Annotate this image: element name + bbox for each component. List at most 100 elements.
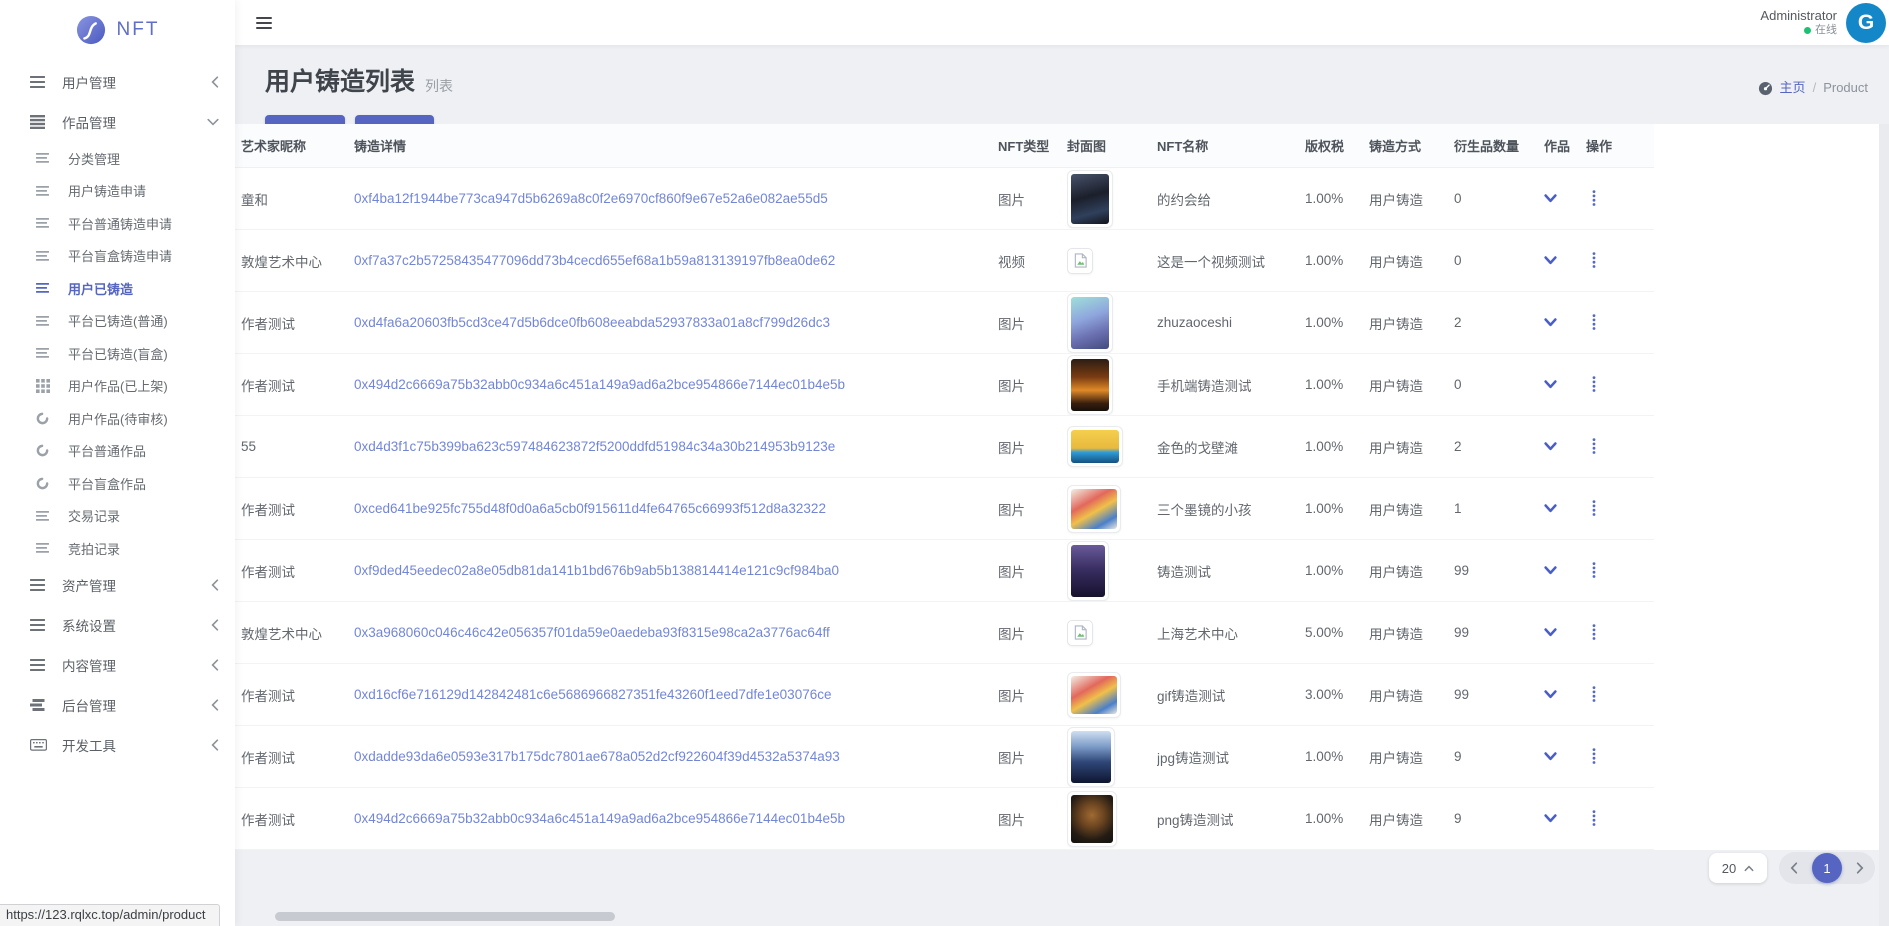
row-actions-button[interactable] [1586,312,1602,332]
column-header-works: 作品 [1544,124,1586,168]
row-actions-button[interactable] [1586,498,1602,518]
cell-mint-method: 用户铸造 [1369,813,1423,828]
menu-sm-icon [36,218,53,228]
sidebar-item-user-works-listed[interactable]: 用户作品(已上架) [0,370,235,403]
cover-image[interactable] [1067,426,1123,467]
mint-detail-link[interactable]: 0xced641be925fc755d48f0d0a6a5cb0f915611d… [354,501,826,516]
row-actions-button[interactable] [1586,560,1602,580]
vertical-scrollbar-track[interactable] [1879,124,1889,926]
menu-sm-icon [36,316,53,326]
cover-image[interactable] [1067,541,1109,601]
sidebar-item-asset-management[interactable]: 资产管理 [0,565,235,605]
expand-works-button[interactable] [1544,194,1557,203]
mint-detail-link[interactable]: 0xd4fa6a20603fb5cd3ce47d5b6dce0fb608eeab… [354,315,830,330]
expand-works-button[interactable] [1544,566,1557,575]
mint-detail-link[interactable]: 0xf7a37c2b57258435477096dd73b4cecd655ef6… [354,253,835,268]
current-page-button[interactable]: 1 [1812,853,1842,883]
cell-artist: 作者测试 [241,317,295,332]
sidebar-item-user-mint-apply[interactable]: 用户铸造申请 [0,175,235,208]
mint-detail-link[interactable]: 0xd4d3f1c75b399ba623c597484623872f5200dd… [354,439,835,454]
brand-text: NFT [117,19,160,41]
breadcrumb-home-link[interactable]: 主页 [1780,77,1806,99]
row-actions-button[interactable] [1586,188,1602,208]
sidebar-item-content-management[interactable]: 内容管理 [0,645,235,685]
cover-image[interactable] [1067,727,1115,787]
sidebar-item-auction-records[interactable]: 竞拍记录 [0,532,235,565]
sidebar-item-platform-blindbox-works[interactable]: 平台盲盒作品 [0,467,235,500]
grid-icon [36,379,53,393]
table-row: 133 无 动漫二次元 敦煌艺术中心 0xf7a37c2b57258435477… [30,230,1654,292]
expand-works-button[interactable] [1544,628,1557,637]
sidebar-item-label: 系统设置 [62,615,116,635]
row-actions-button[interactable] [1586,808,1602,828]
cell-mint-method: 用户铸造 [1369,503,1423,518]
expand-works-button[interactable] [1544,318,1557,327]
sidebar-item-category-management[interactable]: 分类管理 [0,142,235,175]
cell-royalty: 1.00% [1305,191,1343,206]
cover-image[interactable] [1067,170,1113,228]
mint-detail-link[interactable]: 0x494d2c6669a75b32abb0c934a6c451a149a9ad… [354,377,845,392]
sidebar-item-user-works-pending[interactable]: 用户作品(待审核) [0,402,235,435]
table-row: 90 无 Ferrari 作者测试 0xced641be925fc755d48f… [30,478,1654,540]
cell-royalty: 1.00% [1305,563,1343,578]
chevron-left-icon [211,76,219,88]
mint-detail-link[interactable]: 0xdadde93da6e0593e317b175dc7801ae678a052… [354,749,840,764]
horizontal-scrollbar[interactable] [275,912,615,921]
chevron-down-icon [207,118,219,126]
column-header-artist: 艺术家昵称 [241,124,354,168]
cover-image[interactable] [1067,672,1121,718]
row-actions-button[interactable] [1586,374,1602,394]
sidebar-item-trade-records[interactable]: 交易记录 [0,500,235,533]
menu-sm-icon [36,186,53,196]
mint-detail-link[interactable]: 0xf9ded45eedec02a8e05db81da141b1bd676b9a… [354,563,839,578]
cell-nft-name: gif铸造测试 [1157,689,1225,704]
user-name: Administrator [1760,8,1837,24]
mint-detail-link[interactable]: 0xd16cf6e716129d142842481c6e568696682735… [354,687,831,702]
breadcrumb-separator: / [1813,77,1817,99]
sidebar-toggle-icon[interactable] [256,17,272,29]
cover-image[interactable] [1067,485,1121,533]
sidebar-item-user-minted[interactable]: 用户已铸造 [0,272,235,305]
mint-detail-link[interactable]: 0x494d2c6669a75b32abb0c934a6c451a149a9ad… [354,811,845,826]
brand-logo[interactable]: NFT [0,0,235,60]
sidebar-item-platform-blindbox-mint-apply[interactable]: 平台盲盒铸造申请 [0,240,235,273]
page-title: 用户铸造列表 [265,65,415,99]
sidebar-item-system-settings[interactable]: 系统设置 [0,605,235,645]
row-actions-button[interactable] [1586,436,1602,456]
menu-icon [30,659,47,671]
prev-page-button[interactable] [1788,862,1800,874]
sidebar-item-label: 竞拍记录 [68,539,120,558]
expand-works-button[interactable] [1544,752,1557,761]
sidebar-item-platform-normal-mint-apply[interactable]: 平台普通铸造申请 [0,207,235,240]
sidebar-item-dev-tools[interactable]: 开发工具 [0,725,235,765]
sidebar-item-label: 分类管理 [68,149,120,168]
cover-image[interactable] [1067,293,1113,353]
spinner-icon [36,477,53,490]
cover-image[interactable] [1067,355,1113,415]
sidebar-item-platform-minted-normal[interactable]: 平台已铸造(普通) [0,305,235,338]
sidebar-item-works-management[interactable]: 作品管理 [0,102,235,142]
expand-works-button[interactable] [1544,690,1557,699]
row-actions-button[interactable] [1586,622,1602,642]
row-actions-button[interactable] [1586,684,1602,704]
row-actions-button[interactable] [1586,746,1602,766]
mint-detail-link[interactable]: 0x3a968060c046c46c42e056357f01da59e0aede… [354,625,830,640]
expand-works-button[interactable] [1544,814,1557,823]
expand-works-button[interactable] [1544,380,1557,389]
page-size-select[interactable]: 20 [1709,853,1767,883]
sidebar-item-label: 用户管理 [62,72,116,92]
expand-works-button[interactable] [1544,504,1557,513]
sidebar-item-platform-minted-blindbox[interactable]: 平台已铸造(盲盒) [0,337,235,370]
sidebar-item-user-management[interactable]: 用户管理 [0,62,235,102]
sidebar-item-platform-normal-works[interactable]: 平台普通作品 [0,435,235,468]
expand-works-button[interactable] [1544,442,1557,451]
row-actions-button[interactable] [1586,250,1602,270]
cell-mint-method: 用户铸造 [1369,689,1423,704]
cell-nft-name: jpg铸造测试 [1157,751,1229,766]
next-page-button[interactable] [1854,862,1866,874]
sidebar-item-admin-management[interactable]: 后台管理 [0,685,235,725]
mint-detail-link[interactable]: 0xf4ba12f1944be773ca947d5b6269a8c0f2e697… [354,191,828,206]
avatar[interactable]: G [1846,3,1886,43]
cell-royalty: 1.00% [1305,253,1343,268]
expand-works-button[interactable] [1544,256,1557,265]
